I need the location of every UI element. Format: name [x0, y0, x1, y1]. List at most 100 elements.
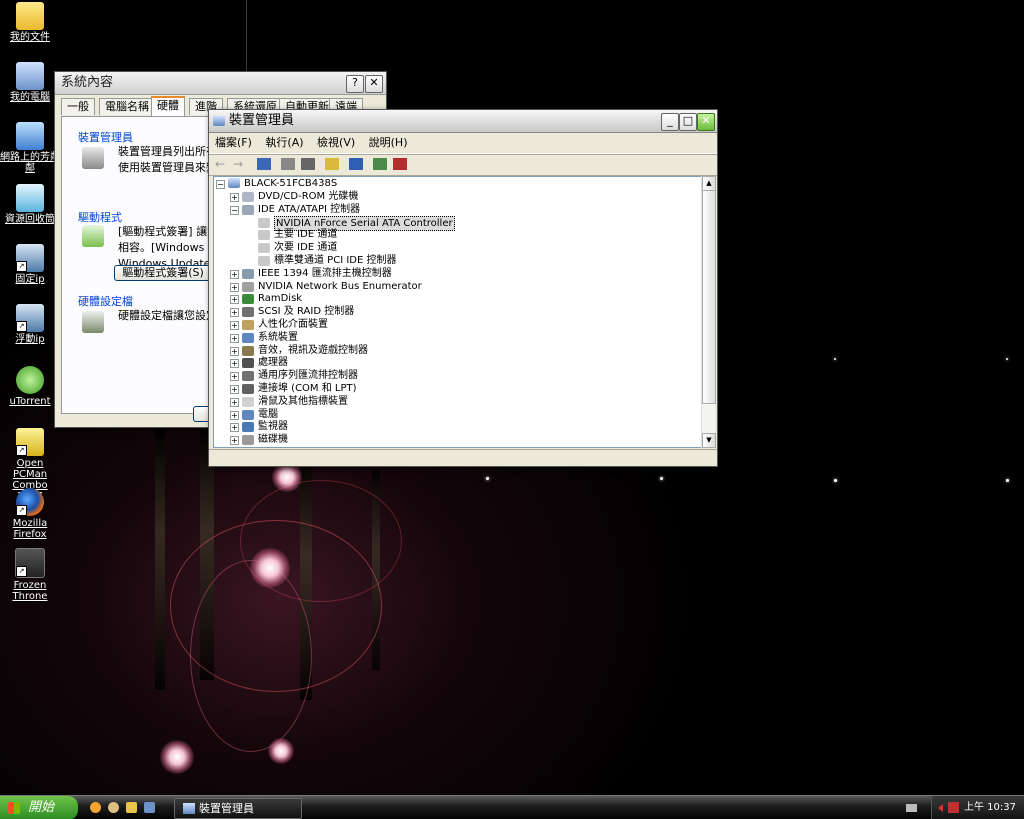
keyboard-layout-icon[interactable]: [906, 804, 917, 812]
tree-category-node[interactable]: 監視器: [258, 420, 288, 433]
uninstall-icon[interactable]: [393, 158, 407, 170]
update-driver-icon[interactable]: [349, 158, 363, 170]
tree-expander[interactable]: +: [230, 397, 239, 407]
tree-expander[interactable]: −: [230, 205, 239, 215]
properties-icon[interactable]: [281, 158, 295, 170]
tree-category-node[interactable]: IDE ATA/ATAPI 控制器: [258, 203, 360, 216]
device-tree[interactable]: − BLACK-51FCB438S + DVD/CD-ROM 光碟機 − IDE AT…: [213, 176, 703, 448]
tree-root-expander[interactable]: −: [216, 180, 225, 189]
tree-root[interactable]: BLACK-51FCB438S: [244, 177, 337, 190]
tree-category-node[interactable]: IEEE 1394 匯流排主機控制器: [258, 267, 392, 280]
desktop-icon-utorrent[interactable]: uTorrent: [0, 366, 60, 407]
desktop-icon-network-places[interactable]: 網路上的芳鄰 鄰: [0, 122, 60, 174]
tree-category-node[interactable]: 通用序列匯流排控制器: [258, 369, 358, 382]
tree-expander[interactable]: +: [230, 359, 239, 369]
device-manager-app-icon: [213, 116, 225, 126]
tree-category-node[interactable]: 滑鼠及其他指標裝置: [258, 395, 348, 408]
tree-category-node[interactable]: 連接埠 (COM 和 LPT): [258, 382, 357, 395]
minimize-button[interactable]: _: [661, 113, 679, 131]
tree-child-node[interactable]: 主要 IDE 通道: [274, 228, 337, 241]
scan-hardware-icon[interactable]: [373, 158, 387, 170]
scroll-up-button[interactable]: ▲: [702, 176, 716, 191]
tree-expander[interactable]: +: [230, 295, 239, 305]
desktop-icon-dynamic-ip[interactable]: ↗ 浮動ip: [0, 304, 60, 345]
help-button[interactable]: ?: [346, 75, 364, 93]
show-hide-tree-icon[interactable]: [257, 158, 271, 170]
tree-category-node[interactable]: SCSI 及 RAID 控制器: [258, 305, 354, 318]
back-arrow-icon[interactable]: ←: [215, 158, 229, 170]
tree-category-node[interactable]: 音效，視訊及遊戲控制器: [258, 344, 368, 357]
tree-expander[interactable]: +: [230, 193, 239, 202]
close-button[interactable]: ✕: [697, 113, 715, 131]
tree-category-node[interactable]: 系統裝置: [258, 331, 298, 344]
wallpaper-line: [246, 0, 247, 75]
desktop-icon-recycle-bin[interactable]: 資源回收筒: [0, 184, 60, 225]
desktop-icon-label: 資源回收筒: [5, 214, 55, 225]
tree-expander[interactable]: +: [230, 282, 239, 292]
tree-category-node[interactable]: DVD/CD-ROM 光碟機: [258, 190, 358, 203]
tree-expander[interactable]: +: [230, 410, 239, 420]
tree-expander[interactable]: +: [230, 423, 239, 433]
tree-category-node[interactable]: 處理器: [258, 356, 288, 369]
clock[interactable]: 上午 10:37: [964, 796, 1016, 819]
tree-expander[interactable]: +: [230, 321, 239, 330]
network-status-icon[interactable]: [948, 802, 959, 813]
device-manager-task-icon: [183, 803, 195, 814]
tree-expander[interactable]: +: [230, 346, 239, 356]
task-label: 裝置管理員: [199, 802, 254, 815]
tree-child-node[interactable]: 標準雙通道 PCI IDE 控制器: [274, 254, 396, 267]
tree-expander[interactable]: +: [230, 269, 239, 279]
tree-category-node[interactable]: 電腦: [258, 408, 278, 421]
wallpaper-flower: [250, 548, 290, 588]
desktop-icon-label: 我的文件: [10, 32, 50, 43]
menu-action[interactable]: 執行(A): [265, 136, 303, 149]
device-category-icon: [242, 345, 254, 356]
menu-file[interactable]: 檔案(F): [215, 136, 252, 149]
device-manager-window[interactable]: 裝置管理員 _ □ ✕ 檔案(F) 執行(A) 檢視(V) 說明(H) ← → …: [208, 109, 718, 467]
taskbar-device-manager[interactable]: 裝置管理員: [174, 798, 302, 819]
quick-launch-ie-icon[interactable]: [90, 802, 101, 813]
desktop-icon-frozen-throne[interactable]: ↗ Frozen Throne: [0, 548, 60, 602]
tray-arrow-icon[interactable]: [938, 804, 943, 812]
tab-computer-name[interactable]: 電腦名稱: [99, 98, 155, 115]
system-tray: 上午 10:37: [931, 796, 1024, 819]
desktop-icon-fixed-ip[interactable]: ↗ 固定ip: [0, 244, 60, 285]
scroll-thumb[interactable]: [702, 190, 716, 404]
menu-view[interactable]: 檢視(V): [317, 136, 355, 149]
device-category-icon: [242, 294, 254, 305]
help-icon[interactable]: [325, 158, 339, 170]
ide-channel-icon: [258, 243, 270, 254]
scroll-down-button[interactable]: ▼: [702, 433, 716, 448]
device-category-icon: [242, 307, 254, 318]
tree-category-node[interactable]: RamDisk: [258, 292, 302, 305]
system-properties-titlebar[interactable]: 系統內容 ? ✕: [55, 72, 386, 95]
close-button[interactable]: ✕: [365, 75, 383, 93]
tree-expander[interactable]: +: [230, 385, 239, 394]
tree-expander[interactable]: +: [230, 372, 239, 382]
tree-child-node[interactable]: 次要 IDE 通道: [274, 241, 337, 254]
desktop-icon-my-documents[interactable]: 我的文件: [0, 2, 60, 43]
start-button[interactable]: 開始: [0, 796, 78, 819]
taskbar: 開始 裝置管理員 上午 10:37: [0, 795, 1024, 819]
quick-launch-folder-icon[interactable]: [126, 802, 137, 813]
tab-general[interactable]: 一般: [61, 98, 95, 115]
tree-expander[interactable]: +: [230, 333, 239, 343]
desktop-icon-my-computer[interactable]: 我的電腦: [0, 62, 60, 103]
forward-arrow-icon[interactable]: →: [233, 158, 247, 170]
tab-hardware[interactable]: 硬體: [151, 96, 185, 117]
vertical-scrollbar[interactable]: ▲ ▼: [701, 176, 716, 448]
print-icon[interactable]: [301, 158, 315, 170]
tree-category-node[interactable]: 人性化介面裝置: [258, 318, 328, 331]
desktop-icon-firefox[interactable]: ↗ Mozilla Firefox: [0, 488, 60, 540]
tree-category-node[interactable]: 磁碟機: [258, 433, 288, 446]
tree-category-node[interactable]: NVIDIA Network Bus Enumerator: [258, 280, 422, 293]
maximize-button[interactable]: □: [679, 113, 697, 131]
tree-expander[interactable]: +: [230, 436, 239, 446]
device-manager-titlebar[interactable]: 裝置管理員 _ □ ✕: [209, 110, 717, 133]
quick-launch-messenger-icon[interactable]: [108, 802, 119, 813]
device-category-icon: [242, 320, 254, 330]
driver-signing-button[interactable]: 驅動程式簽署(S): [114, 265, 212, 281]
menu-help[interactable]: 說明(H): [369, 136, 408, 149]
tree-expander[interactable]: +: [230, 308, 239, 318]
quick-launch-desktop-icon[interactable]: [144, 802, 155, 813]
